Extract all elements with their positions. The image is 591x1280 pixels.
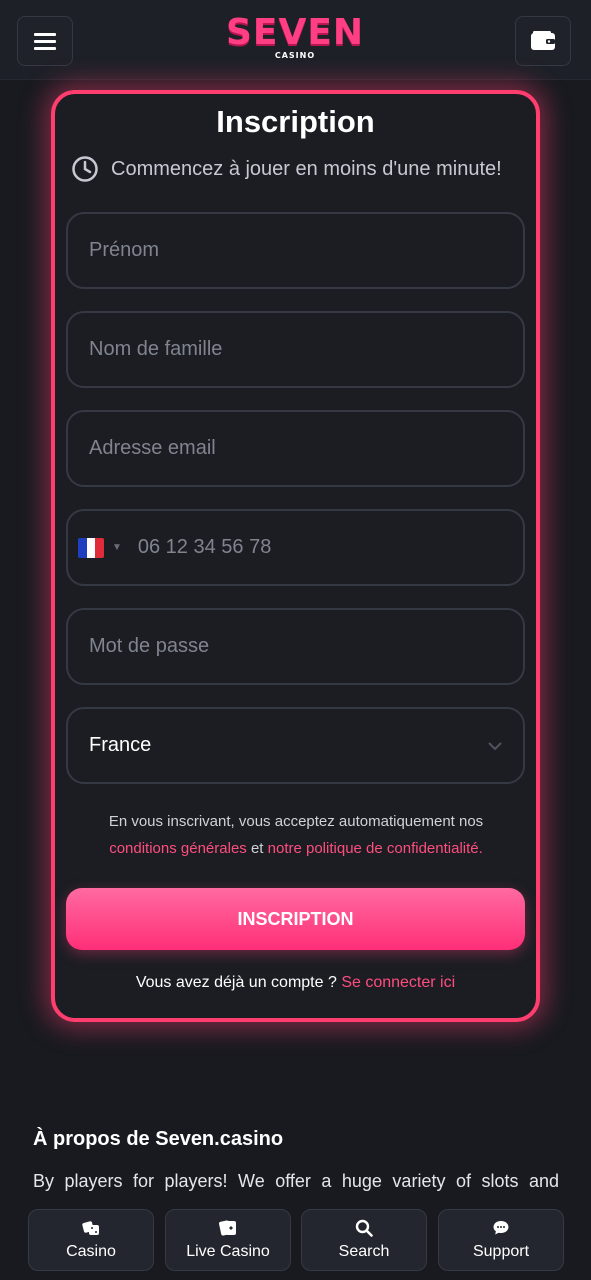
wallet-icon bbox=[531, 31, 555, 50]
nav-search-label: Search bbox=[338, 1243, 390, 1260]
france-flag-icon[interactable] bbox=[78, 537, 104, 558]
about-title: À propos de Seven.casino bbox=[33, 1128, 284, 1150]
email-field[interactable] bbox=[66, 410, 525, 487]
password-input[interactable] bbox=[89, 635, 523, 658]
logo-wordmark: SEVEN bbox=[225, 12, 365, 53]
phone-input[interactable] bbox=[137, 536, 523, 559]
bottom-navigation: Casino Live Casino Search Support bbox=[0, 1200, 591, 1280]
privacy-policy-link[interactable]: notre politique de confidentialité. bbox=[268, 840, 483, 857]
clock-icon bbox=[72, 156, 98, 182]
seven-casino-logo[interactable]: SEVEN CASINO bbox=[222, 14, 368, 68]
subtitle-text: Commencez à jouer en moins d'une minute! bbox=[111, 157, 502, 180]
registration-card: Inscription Commencez à jouer en moins d… bbox=[51, 90, 540, 1022]
login-prompt: Vous avez déjà un compte ? Se connecter … bbox=[55, 974, 536, 992]
email-input[interactable] bbox=[89, 437, 523, 460]
nav-casino-button[interactable]: Casino bbox=[28, 1209, 154, 1271]
nav-live-casino-label: Live Casino bbox=[186, 1243, 270, 1260]
terms-prefix: En vous inscrivant, vous acceptez automa… bbox=[108, 813, 484, 830]
menu-button[interactable] bbox=[17, 16, 73, 66]
password-field[interactable] bbox=[66, 608, 525, 685]
last-name-field[interactable] bbox=[66, 311, 525, 388]
country-select[interactable]: France bbox=[66, 707, 525, 784]
form-subtitle: Commencez à jouer en moins d'une minute! bbox=[71, 154, 531, 184]
country-value: France bbox=[89, 734, 152, 756]
search-icon bbox=[355, 1219, 373, 1237]
first-name-field[interactable] bbox=[66, 212, 525, 289]
wallet-button[interactable] bbox=[515, 16, 571, 66]
login-prompt-text: Vous avez déjà un compte ? bbox=[135, 974, 337, 991]
first-name-input[interactable] bbox=[89, 239, 523, 262]
country-code-chevron-icon[interactable]: ▼ bbox=[112, 542, 122, 553]
terms-and: et bbox=[250, 840, 264, 857]
phone-field[interactable]: ▼ bbox=[66, 509, 525, 586]
login-link[interactable]: Se connecter ici bbox=[341, 974, 455, 991]
form-title: Inscription bbox=[216, 104, 375, 139]
nav-search-button[interactable]: Search bbox=[301, 1209, 427, 1271]
terms-link[interactable]: conditions générales bbox=[109, 840, 247, 857]
cards-icon bbox=[219, 1220, 236, 1236]
nav-live-casino-button[interactable]: Live Casino bbox=[165, 1209, 291, 1271]
nav-support-label: Support bbox=[472, 1243, 530, 1260]
dice-icon bbox=[82, 1221, 99, 1235]
last-name-input[interactable] bbox=[89, 338, 523, 361]
terms-notice: En vous inscrivant, vous acceptez automa… bbox=[79, 808, 513, 862]
top-header: SEVEN CASINO bbox=[0, 0, 591, 80]
chevron-down-icon bbox=[488, 741, 502, 750]
nav-support-button[interactable]: Support bbox=[438, 1209, 564, 1271]
hamburger-menu-icon bbox=[34, 33, 56, 50]
about-text: By players for players! We offer a huge … bbox=[33, 1171, 559, 1191]
chat-bubble-icon bbox=[493, 1221, 509, 1235]
register-button[interactable]: INSCRIPTION bbox=[66, 888, 525, 950]
nav-casino-label: Casino bbox=[66, 1243, 116, 1260]
